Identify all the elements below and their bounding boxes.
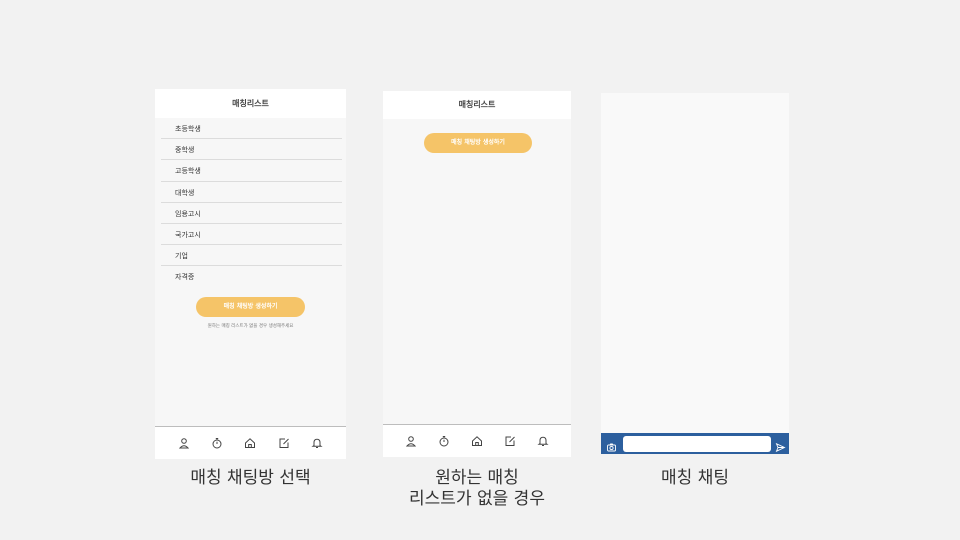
list-item-high-school[interactable]: 고등학생 — [161, 160, 342, 182]
chat-message-input[interactable] — [623, 436, 771, 452]
timer-icon[interactable] — [210, 436, 224, 450]
list-item-middle-school[interactable]: 중학생 — [161, 139, 342, 161]
send-icon[interactable] — [775, 438, 786, 453]
bottom-tab-bar — [155, 426, 346, 459]
screen-chat — [601, 93, 789, 454]
timer-icon[interactable] — [437, 434, 451, 448]
page-title: 매칭리스트 — [383, 91, 571, 119]
home-icon[interactable] — [243, 436, 257, 450]
bell-icon[interactable] — [536, 434, 550, 448]
person-icon[interactable] — [177, 436, 191, 450]
edit-icon[interactable] — [277, 436, 291, 450]
page-title: 매칭리스트 — [155, 89, 346, 118]
list-item-company[interactable]: 기업 — [161, 245, 342, 267]
list-item-teacher-exam[interactable]: 임용고시 — [161, 203, 342, 224]
bottom-tab-bar — [383, 424, 571, 457]
create-hint-text: 원하는 매칭 리스트가 없을 경우 생성해주세요 — [207, 324, 294, 329]
create-chatroom-button[interactable]: 매칭 채팅방 생성하기 — [196, 297, 305, 317]
caption-screen-1: 매칭 채팅방 선택 — [190, 468, 311, 488]
create-chatroom-button[interactable]: 매칭 채팅방 생성하기 — [424, 133, 532, 153]
list-item-elementary[interactable]: 초등학생 — [161, 118, 342, 140]
list-item-national-exam[interactable]: 국가고시 — [161, 224, 342, 246]
caption-screen-3: 매칭 채팅 — [661, 468, 729, 488]
edit-icon[interactable] — [503, 434, 517, 448]
caption-screen-2: 원하는 매칭 리스트가 없을 경우 — [383, 468, 571, 510]
caption-screen-2-line-1: 원하는 매칭 — [435, 468, 519, 488]
list-item-university[interactable]: 대학생 — [161, 182, 342, 203]
camera-icon[interactable] — [606, 438, 617, 452]
category-list: 초등학생 중학생 고등학생 대학생 임용고시 국가고시 기업 자격증 — [161, 118, 342, 288]
home-icon[interactable] — [470, 434, 484, 448]
list-item-certificate[interactable]: 자격증 — [161, 266, 342, 287]
bell-icon[interactable] — [310, 436, 324, 450]
person-icon[interactable] — [404, 434, 418, 448]
screen-matching-list: 매칭리스트 초등학생 중학생 고등학생 대학생 임용고시 국가고시 기업 자격증… — [155, 89, 346, 459]
chat-input-bar — [601, 433, 789, 454]
caption-screen-2-line-2: 리스트가 없을 경우 — [409, 489, 545, 509]
screen-empty-list: 매칭리스트 매칭 채팅방 생성하기 — [383, 91, 571, 457]
